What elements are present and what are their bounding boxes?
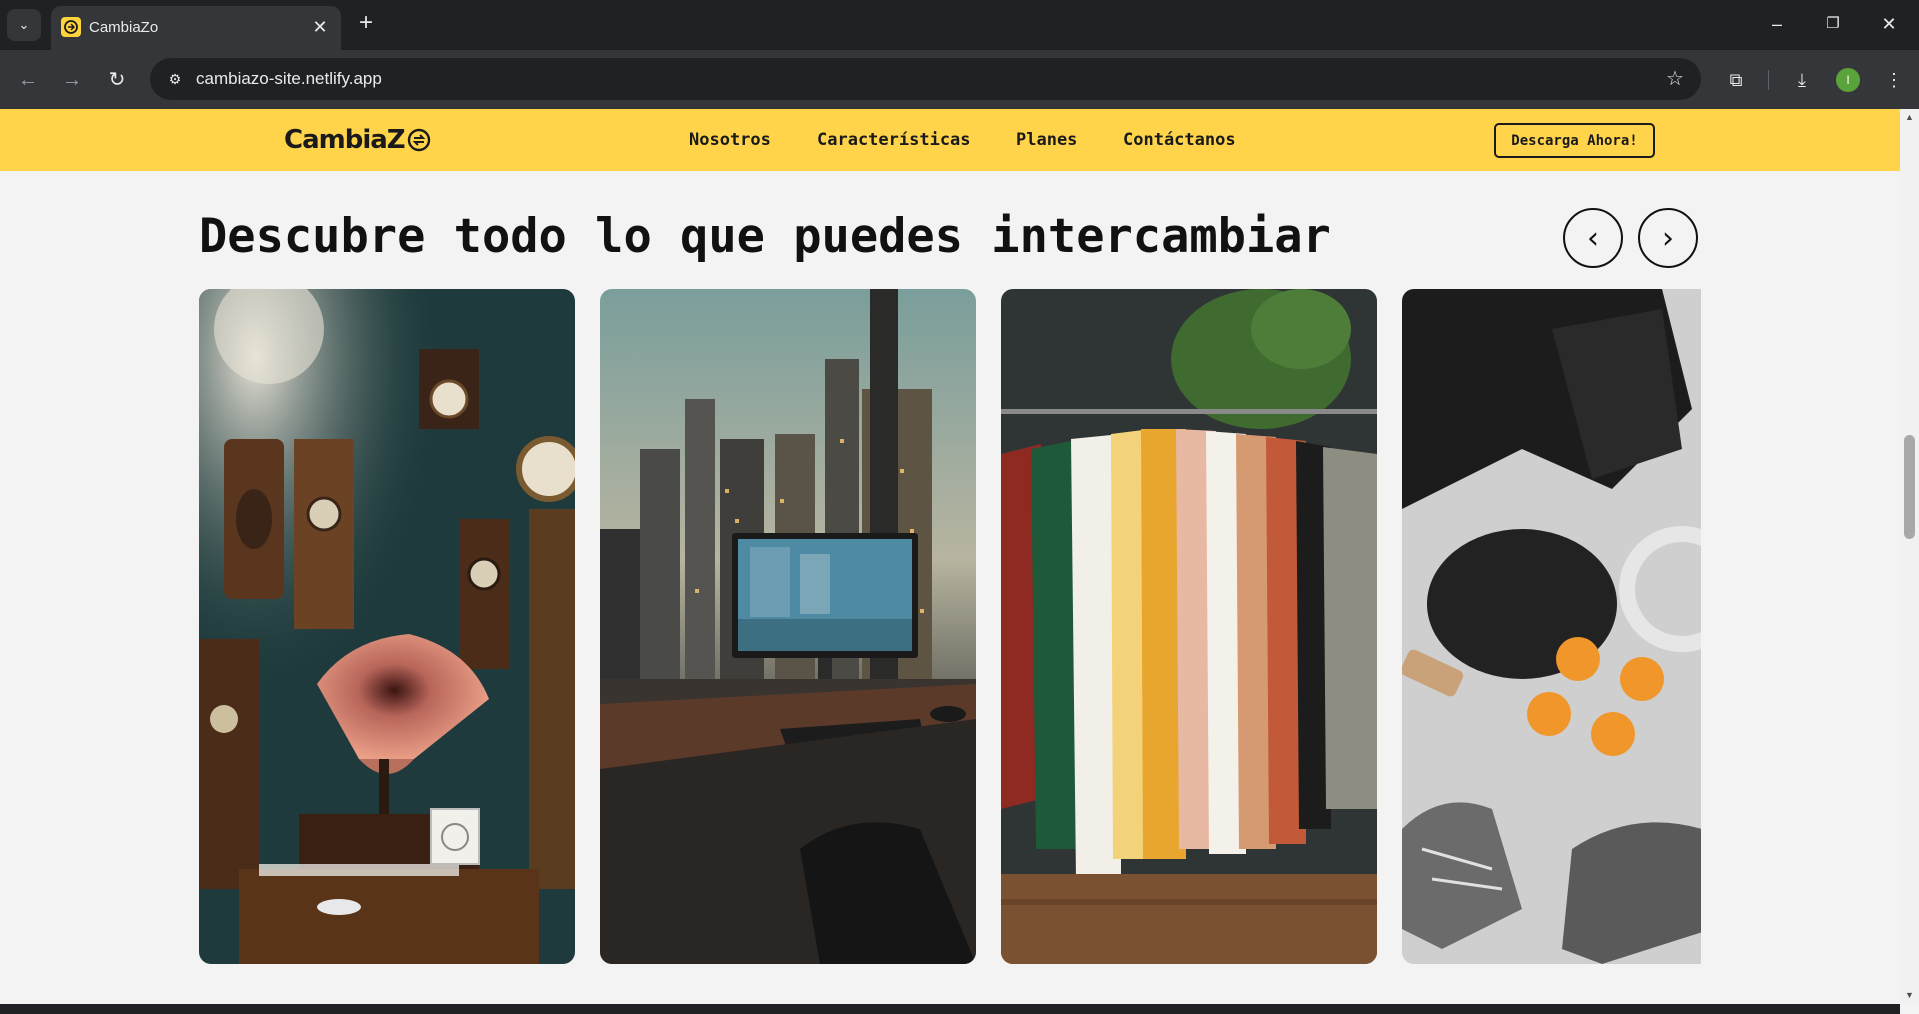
nav-contactanos[interactable]: Contáctanos	[1123, 130, 1236, 150]
avatar[interactable]: I	[1836, 68, 1860, 92]
favicon-icon	[61, 17, 81, 37]
download-icon[interactable]: ⤓	[1786, 64, 1818, 96]
logo-swap-icon	[407, 128, 430, 152]
tab-search-icon[interactable]: ⌄	[7, 9, 41, 41]
window-close-icon[interactable]: ✕	[1866, 8, 1912, 40]
carousel-prev-button[interactable]: ‹	[1563, 208, 1623, 268]
carousel-card-antiques[interactable]	[199, 289, 575, 964]
electronics-image	[600, 289, 976, 964]
address-bar[interactable]: ⚙ cambiazo-site.netlify.app ☆	[150, 58, 1701, 100]
scroll-down-icon[interactable]: ▼	[1900, 987, 1919, 1004]
page-viewport: CambiaZ Nosotros Características Planes …	[0, 109, 1900, 1004]
toolbar-divider	[1768, 70, 1769, 90]
star-icon[interactable]: ☆	[1661, 65, 1689, 93]
nav-planes[interactable]: Planes	[1016, 130, 1077, 150]
carousel-card-electronics[interactable]	[600, 289, 976, 964]
restore-icon[interactable]: ❐	[1810, 8, 1856, 40]
logo[interactable]: CambiaZ	[284, 122, 431, 158]
site-header: CambiaZ Nosotros Características Planes …	[0, 109, 1900, 171]
browser-tab[interactable]: CambiaZo ✕	[51, 6, 341, 50]
browser-tab-bar: ⌄ CambiaZo ✕ + – ❐ ✕	[0, 0, 1919, 50]
carousel-next-button[interactable]: ›	[1638, 208, 1698, 268]
download-now-button[interactable]: Descarga Ahora!	[1494, 123, 1655, 158]
extensions-icon[interactable]: ⧉	[1720, 64, 1752, 96]
carousel-card-sports[interactable]	[1402, 289, 1701, 964]
close-icon[interactable]: ✕	[309, 16, 331, 38]
forward-icon[interactable]: →	[56, 64, 88, 96]
nav-caracteristicas[interactable]: Características	[817, 130, 971, 150]
page-scrollbar[interactable]: ▲ ▼	[1900, 109, 1919, 1004]
logo-text: CambiaZ	[284, 125, 406, 155]
tab-title: CambiaZo	[89, 19, 159, 36]
scrollbar-thumb[interactable]	[1904, 435, 1915, 539]
clothing-image	[1001, 289, 1377, 964]
url-text[interactable]: cambiazo-site.netlify.app	[196, 69, 382, 89]
site-settings-icon[interactable]: ⚙	[162, 66, 188, 92]
back-icon[interactable]: ←	[12, 64, 44, 96]
minimize-icon[interactable]: –	[1754, 8, 1800, 40]
section-title: Descubre todo lo que puedes intercambiar	[199, 209, 1331, 264]
page-bottom-edge	[0, 1004, 1900, 1014]
nav-nosotros[interactable]: Nosotros	[689, 130, 771, 150]
sports-image	[1402, 289, 1701, 964]
antiques-image	[199, 289, 575, 964]
menu-kebab-icon[interactable]: ⋮	[1878, 64, 1910, 96]
carousel-card-clothing[interactable]	[1001, 289, 1377, 964]
carousel	[199, 289, 1701, 964]
reload-icon[interactable]: ↻	[101, 64, 133, 96]
browser-toolbar: ← → ↻ ⚙ cambiazo-site.netlify.app ☆ ⧉ ⤓ …	[0, 50, 1919, 109]
scroll-up-icon[interactable]: ▲	[1900, 109, 1919, 126]
plus-icon[interactable]: +	[353, 11, 379, 37]
